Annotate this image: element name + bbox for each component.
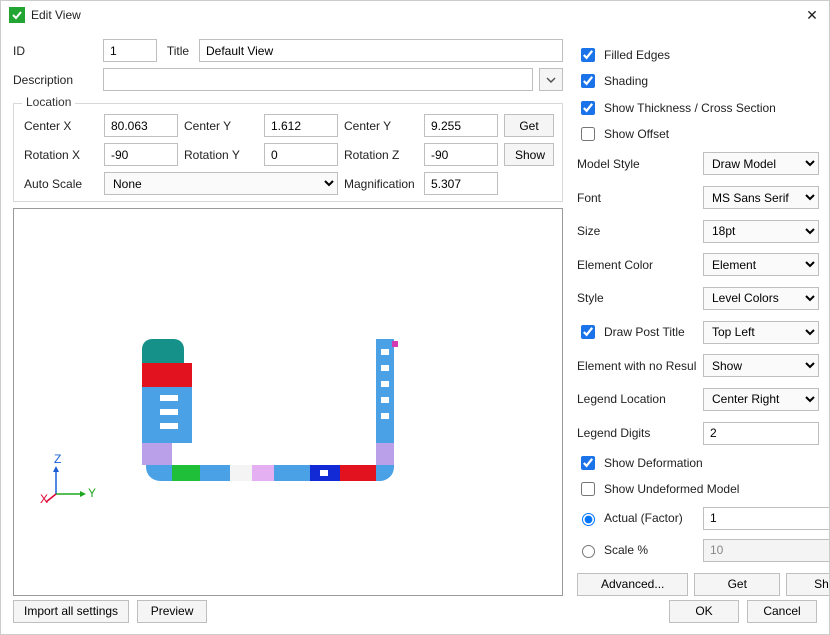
autoscale-label: Auto Scale (24, 177, 98, 191)
app-icon (9, 7, 25, 23)
axis-z-label: Z (54, 452, 61, 466)
magnification-field[interactable] (424, 172, 498, 195)
title-label: Title (163, 44, 193, 58)
legend-location-select[interactable]: Center Right (703, 388, 819, 411)
scale-percent-field (703, 539, 829, 562)
model-style-select[interactable]: Draw Model (703, 152, 819, 175)
actual-factor-field[interactable] (703, 507, 829, 530)
location-group: Location Center X Center Y Center Y Get … (13, 103, 563, 202)
color-style-label: Style (577, 291, 697, 305)
magnification-label: Magnification (344, 177, 418, 191)
show-offset-checkbox[interactable]: Show Offset (577, 124, 829, 144)
description-dropdown[interactable] (539, 68, 563, 91)
axis-triad: Z X Y (44, 456, 94, 509)
color-style-select[interactable]: Level Colors (703, 287, 819, 310)
location-legend: Location (22, 95, 75, 109)
titlebar: Edit View ✕ (1, 1, 829, 29)
model-style-label: Model Style (577, 157, 697, 171)
filled-edges-checkbox[interactable]: Filled Edges (577, 45, 829, 65)
location-get-button[interactable]: Get (504, 114, 554, 137)
element-color-select[interactable]: Element (703, 253, 819, 276)
edit-view-dialog: Edit View ✕ ID Title Description Locatio… (0, 0, 830, 635)
window-title: Edit View (31, 8, 803, 22)
location-show-button[interactable]: Show (504, 143, 554, 166)
show-undeformed-checkbox[interactable]: Show Undeformed Model (577, 479, 829, 499)
rotz-field[interactable] (424, 143, 498, 166)
preview-button[interactable]: Preview (137, 600, 207, 623)
show-deformation-checkbox[interactable]: Show Deformation (577, 453, 829, 473)
autoscale-select[interactable]: None (104, 172, 338, 195)
close-icon[interactable]: ✕ (803, 7, 821, 24)
element-no-result-select[interactable]: Show (703, 354, 819, 377)
centerz-field[interactable] (424, 114, 498, 137)
scale-percent-radio[interactable]: Scale % (577, 539, 697, 561)
advanced-button[interactable]: Advanced... (577, 573, 688, 596)
chevron-down-icon (546, 77, 556, 83)
legend-digits-label: Legend Digits (577, 426, 697, 440)
id-field[interactable] (103, 39, 157, 62)
legend-location-label: Legend Location (577, 392, 697, 406)
axis-x-label: X (40, 492, 48, 506)
preview-viewport: Z X Y (13, 208, 563, 596)
description-label: Description (13, 73, 97, 87)
cancel-button[interactable]: Cancel (747, 600, 817, 623)
draw-post-title-select[interactable]: Top Left (703, 321, 819, 344)
font-select[interactable]: MS Sans Serif (703, 186, 819, 209)
size-label: Size (577, 224, 697, 238)
right-show-button[interactable]: Show (786, 573, 829, 596)
font-label: Font (577, 191, 697, 205)
rotx-field[interactable] (104, 143, 178, 166)
shading-checkbox[interactable]: Shading (577, 71, 829, 91)
element-color-label: Element Color (577, 258, 697, 272)
centerz-label: Center Y (344, 119, 418, 133)
legend-digits-field[interactable] (703, 422, 819, 445)
id-label: ID (13, 44, 97, 58)
right-get-button[interactable]: Get (694, 573, 780, 596)
ok-button[interactable]: OK (669, 600, 739, 623)
description-field[interactable] (103, 68, 533, 91)
draw-post-title-checkbox[interactable]: Draw Post Title (577, 321, 697, 343)
centery-field[interactable] (264, 114, 338, 137)
rotx-label: Rotation X (24, 148, 98, 162)
import-all-settings-button[interactable]: Import all settings (13, 600, 129, 623)
rotz-label: Rotation Z (344, 148, 418, 162)
element-no-result-label: Element with no Resul (577, 359, 697, 373)
show-thickness-checkbox[interactable]: Show Thickness / Cross Section (577, 98, 829, 118)
axis-y-label: Y (88, 486, 96, 500)
actual-factor-radio[interactable]: Actual (Factor) (577, 507, 697, 529)
roty-label: Rotation Y (184, 148, 258, 162)
centery-label: Center Y (184, 119, 258, 133)
roty-field[interactable] (264, 143, 338, 166)
centerx-label: Center X (24, 119, 98, 133)
centerx-field[interactable] (104, 114, 178, 137)
size-select[interactable]: 18pt (703, 220, 819, 243)
title-field[interactable] (199, 39, 563, 62)
